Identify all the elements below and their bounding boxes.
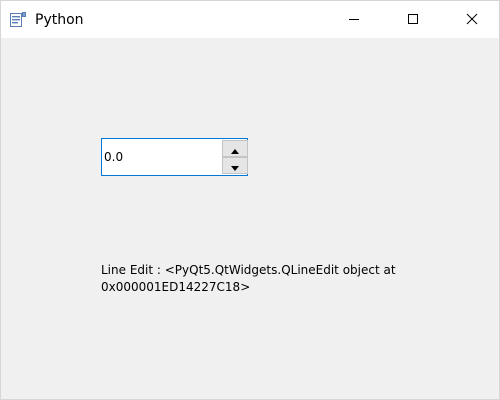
client-area: [1, 38, 499, 399]
close-icon: [466, 10, 478, 29]
app-window: Python: [0, 0, 500, 400]
title-bar[interactable]: Python: [1, 1, 499, 38]
close-button[interactable]: [449, 1, 495, 38]
window-title: Python: [35, 12, 84, 28]
minimize-button[interactable]: [331, 1, 377, 38]
maximize-button[interactable]: [390, 1, 436, 38]
minimize-icon: [348, 10, 360, 29]
spin-up-button[interactable]: [222, 140, 248, 157]
spin-down-button[interactable]: [222, 157, 248, 174]
line-edit-info-label: Line Edit : <PyQt5.QtWidgets.QLineEdit o…: [101, 263, 396, 294]
arrow-down-icon: [231, 156, 239, 175]
maximize-icon: [407, 10, 419, 29]
spin-box-value-input[interactable]: [102, 139, 218, 175]
double-spin-box[interactable]: [101, 138, 248, 176]
python-app-icon: [10, 12, 26, 28]
